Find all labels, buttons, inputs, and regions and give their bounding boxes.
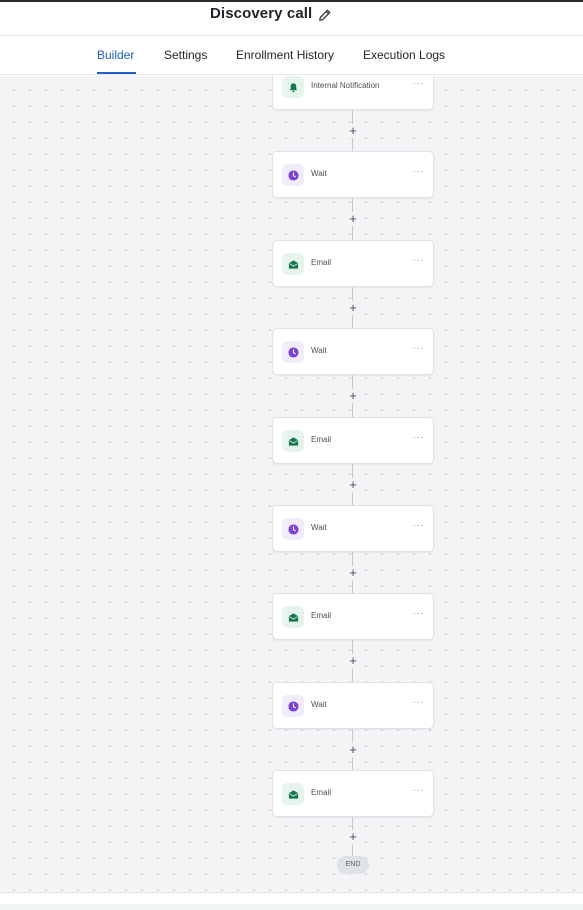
- clock-icon: [282, 695, 304, 717]
- add-step-button[interactable]: +: [346, 830, 360, 844]
- add-step-button[interactable]: +: [346, 478, 360, 492]
- clock-icon: [282, 341, 304, 363]
- active-tab-indicator: [97, 72, 136, 74]
- node-menu-icon[interactable]: ···: [413, 78, 425, 89]
- add-step-button[interactable]: +: [346, 212, 360, 226]
- node-label: Wait: [311, 700, 327, 709]
- tab-enrollment-history[interactable]: Enrollment History: [236, 48, 334, 62]
- workflow-node-email[interactable]: Email ···: [272, 593, 434, 640]
- clock-icon: [282, 518, 304, 540]
- workflow-node-email[interactable]: Email ···: [272, 417, 434, 464]
- workflow-node-wait[interactable]: Wait ···: [272, 151, 434, 198]
- node-label: Email: [311, 611, 332, 620]
- workflow-tabs: Builder Settings Enrollment History Exec…: [0, 37, 583, 75]
- tab-execution-logs[interactable]: Execution Logs: [363, 48, 445, 62]
- node-label: Wait: [311, 169, 327, 178]
- workflow-node-email[interactable]: Email ···: [272, 770, 434, 817]
- node-label: Email: [311, 788, 332, 797]
- node-menu-icon[interactable]: ···: [413, 520, 425, 531]
- workflow-node-wait[interactable]: Wait ···: [272, 682, 434, 729]
- mail-icon: [282, 430, 304, 452]
- workflow-header: Discovery call: [0, 2, 583, 36]
- node-label: Wait: [311, 346, 327, 355]
- tab-settings[interactable]: Settings: [164, 48, 207, 62]
- node-label: Email: [311, 435, 332, 444]
- node-label: Wait: [311, 523, 327, 532]
- node-menu-icon[interactable]: ···: [413, 432, 425, 443]
- node-menu-icon[interactable]: ···: [413, 166, 425, 177]
- node-menu-icon[interactable]: ···: [413, 697, 425, 708]
- mail-icon: [282, 783, 304, 805]
- add-step-button[interactable]: +: [346, 301, 360, 315]
- node-menu-icon[interactable]: ···: [413, 343, 425, 354]
- workflow-node-wait[interactable]: Wait ···: [272, 505, 434, 552]
- add-step-button[interactable]: +: [346, 566, 360, 580]
- bottom-strip: [0, 904, 583, 910]
- node-label: Internal Notification: [311, 81, 380, 90]
- pencil-icon[interactable]: [318, 8, 332, 22]
- workflow-title: Discovery call: [210, 5, 313, 22]
- workflow-canvas[interactable]: END Internal Notification ··· + Wait ··· + Ema…: [0, 76, 583, 892]
- mail-icon: [282, 253, 304, 275]
- clock-icon: [282, 164, 304, 186]
- tab-builder[interactable]: Builder: [97, 48, 134, 62]
- node-label: Email: [311, 258, 332, 267]
- node-menu-icon[interactable]: ···: [413, 785, 425, 796]
- workflow-node-wait[interactable]: Wait ···: [272, 328, 434, 375]
- add-step-button[interactable]: +: [346, 654, 360, 668]
- mail-icon: [282, 606, 304, 628]
- node-menu-icon[interactable]: ···: [413, 608, 425, 619]
- add-step-button[interactable]: +: [346, 389, 360, 403]
- workflow-node-internal-notification[interactable]: Internal Notification ···: [272, 76, 434, 110]
- add-step-button[interactable]: +: [346, 743, 360, 757]
- workflow-node-email[interactable]: Email ···: [272, 240, 434, 287]
- bell-icon: [282, 76, 304, 98]
- end-node: END: [337, 856, 369, 874]
- node-menu-icon[interactable]: ···: [413, 255, 425, 266]
- add-step-button[interactable]: +: [346, 124, 360, 138]
